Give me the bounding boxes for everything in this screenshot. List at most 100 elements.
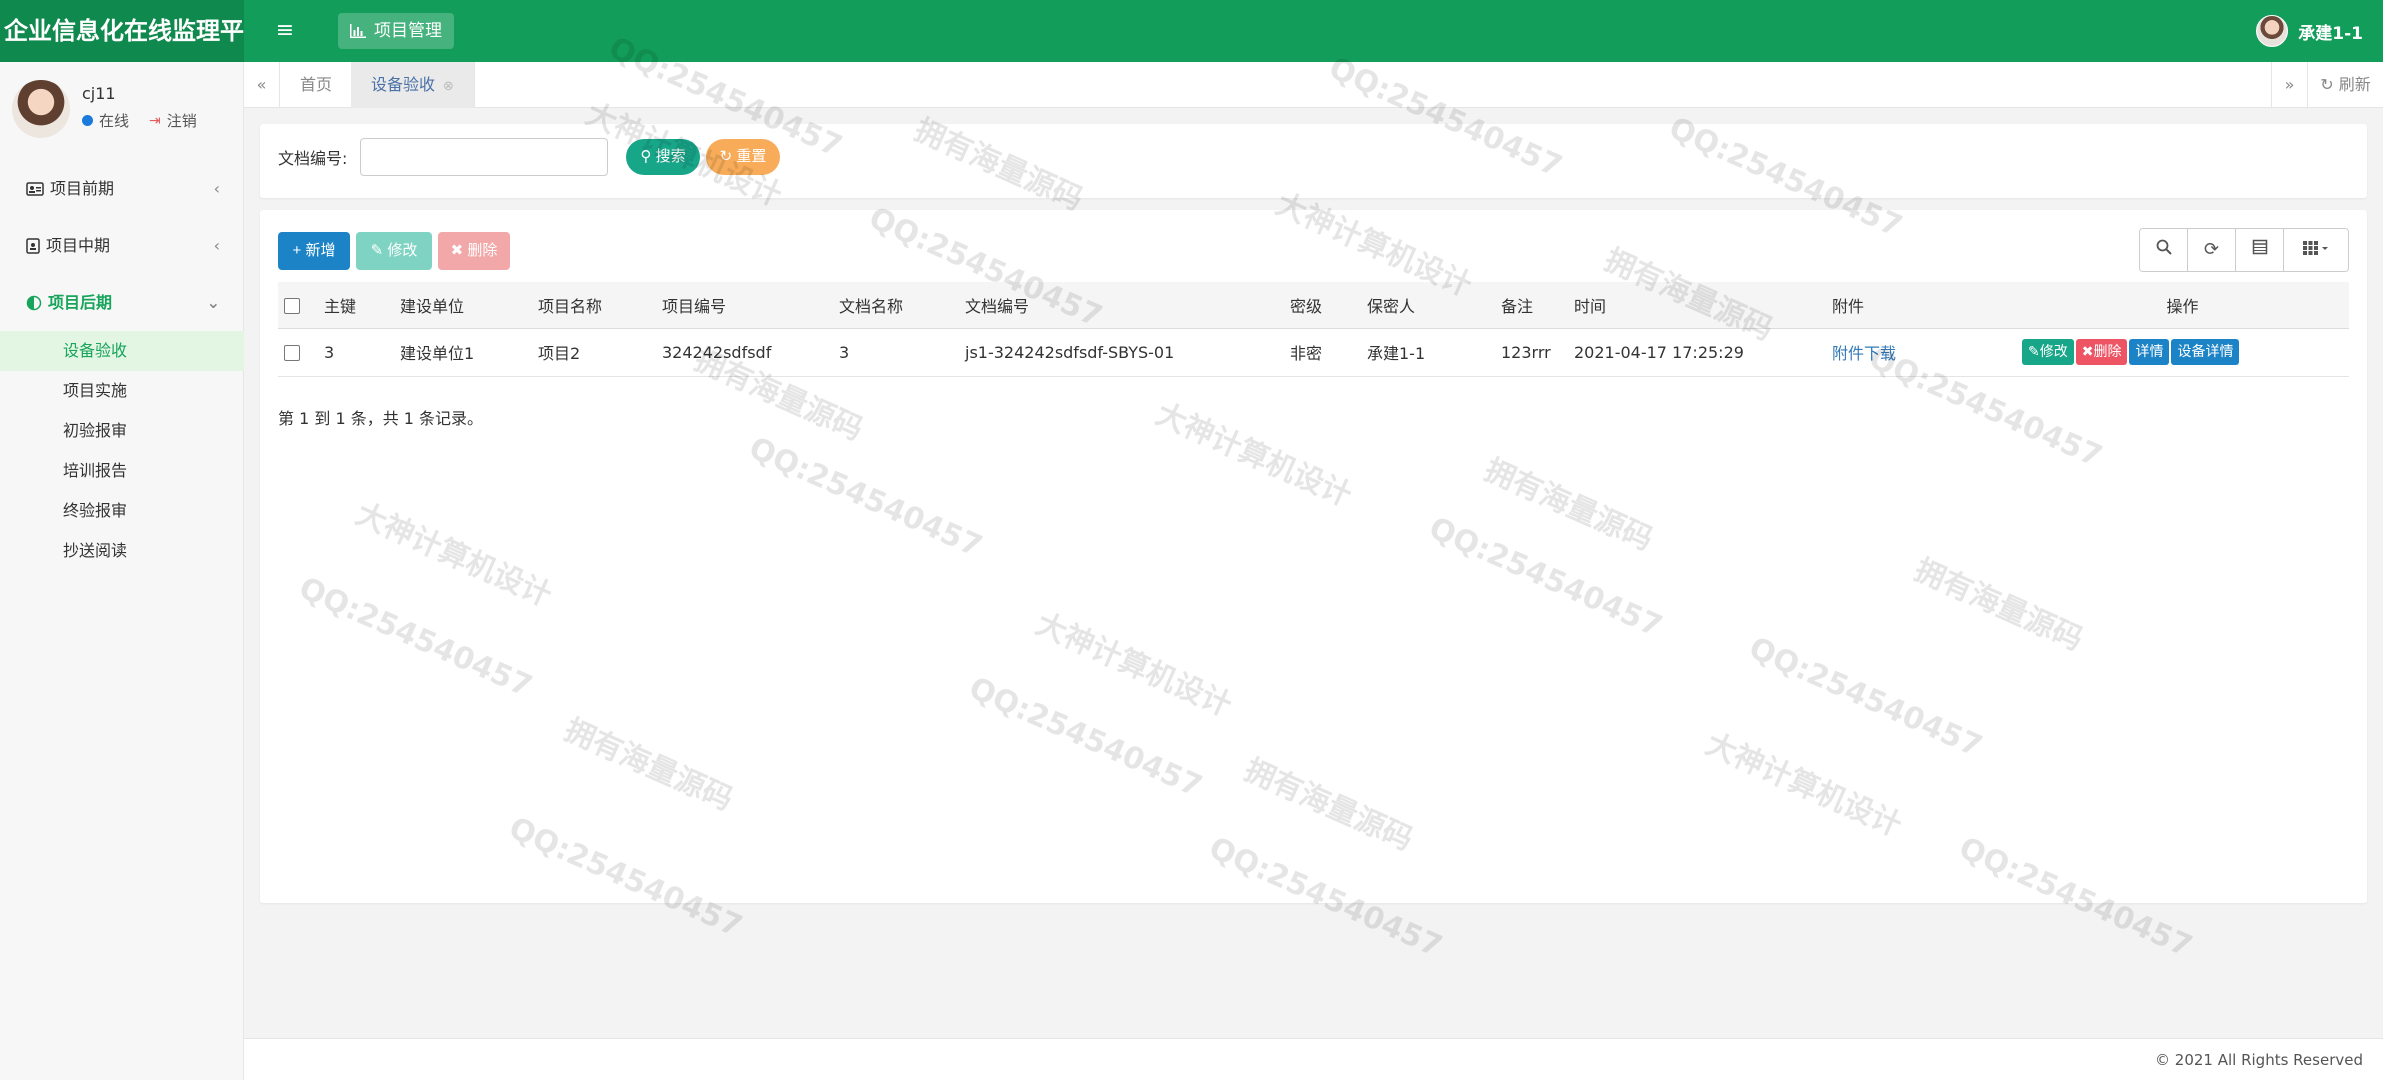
search-panel: 文档编号: ⚲ 搜索 ↻ 重置 [260,124,2367,198]
sidebar-item-project-mid[interactable]: 项目中期 ‹ [0,217,244,274]
user-name: 承建1-1 [2298,23,2363,44]
column-header[interactable]: 项目编号 [656,282,833,329]
sidebar-item-project-early[interactable]: 项目前期 ‹ [0,160,244,217]
pagination-info: 第 1 到 1 条，共 1 条记录。 [278,409,484,428]
sidebar-item-project-late[interactable]: 项目后期 ⌄ [0,274,244,331]
tab-label: 设备验收 [371,75,436,94]
cell-unit: 建设单位1 [394,328,532,377]
user-menu[interactable]: 承建1-1 [2256,14,2363,48]
column-header[interactable]: 时间 [1568,282,1826,329]
sidebar-item-label: 项目中期 [46,236,111,255]
sidebar: cj11 在线 ⇥ 注销 项目前期 ‹ 项目中期 ‹ 项目后期 ⌄ 设备验收 项… [0,62,244,1080]
table-panel: + 新增 ✎ 修改 ✖ 删除 ⟳ 主键 建设单位 项目名称 项目编号 文档名称 … [260,210,2367,903]
search-icon: ⚲ [640,148,652,165]
close-icon: ✖ [450,242,464,259]
sidebar-menu: 项目前期 ‹ 项目中期 ‹ 项目后期 ⌄ 设备验收 项目实施 初验报审 培训报告… [0,160,244,571]
half-circle-icon [26,295,42,310]
row-device-detail-button[interactable]: 设备详情 [2171,339,2240,365]
edit-button[interactable]: ✎ 修改 [356,232,432,270]
row-detail-button[interactable]: 详情 [2129,339,2170,365]
refresh-label: 刷新 [2338,75,2371,94]
table-header-row: 主键 建设单位 项目名称 项目编号 文档名称 文档编号 密级 保密人 备注 时间… [278,282,2349,329]
chevron-left-icon: ‹ [213,179,220,198]
table-columns-icon[interactable] [2284,229,2348,271]
sidebar-item-final-review[interactable]: 终验报审 [0,491,244,531]
sidebar-item-training-report[interactable]: 培训报告 [0,451,244,491]
menu-toggle-icon[interactable]: ≡ [272,18,298,44]
edit-icon: ✎ [370,242,384,259]
row-edit-label: 修改 [2039,344,2068,360]
logout-link[interactable]: 注销 [167,110,197,131]
add-button[interactable]: + 新增 [278,232,350,270]
sidebar-submenu: 设备验收 项目实施 初验报审 培训报告 终验报审 抄送阅读 [0,331,244,571]
delete-button[interactable]: ✖ 删除 [438,232,510,270]
delete-button-label: 删除 [467,242,498,259]
row-select-cell [278,328,318,377]
refresh-tab-button[interactable]: ↻ 刷新 [2307,62,2383,108]
column-header: 操作 [2016,282,2349,329]
sidebar-item-initial-review[interactable]: 初验报审 [0,411,244,451]
nav-project-management[interactable]: 项目管理 [338,13,454,49]
attachment-download-link[interactable]: 附件下载 [1832,344,1896,363]
table-toggle-view-icon[interactable] [2236,229,2284,271]
profile-status: 在线 ⇥ 注销 [82,110,197,131]
row-checkbox[interactable] [284,345,300,361]
user-profile: cj11 在线 ⇥ 注销 [12,80,232,140]
status-online: 在线 [99,112,130,130]
table-search-icon[interactable] [2140,229,2188,271]
top-header: 企业信息化在线监理平台 ≡ 项目管理 承建1-1 [0,0,2383,62]
select-all-checkbox[interactable] [284,297,300,314]
logout-icon[interactable]: ⇥ [149,113,161,129]
bar-chart-icon [350,24,366,38]
cell-doc-no: js1-324242sdfsdf-SBYS-01 [959,328,1284,377]
doc-number-input[interactable] [360,138,608,176]
sidebar-item-label: 项目后期 [48,293,113,312]
cell-doc-name: 3 [833,328,959,377]
tab-scroll-left-icon[interactable]: « [244,62,280,108]
profile-name: cj11 [82,84,116,103]
close-icon[interactable]: ⊗ [443,79,454,94]
sidebar-item-label: 项目前期 [50,179,115,198]
id-card-icon [26,181,44,196]
search-button[interactable]: ⚲ 搜索 [626,139,700,175]
column-header[interactable]: 备注 [1495,282,1568,329]
refresh-icon: ↻ [2320,75,2334,94]
reset-button[interactable]: ↻ 重置 [706,139,780,175]
cell-keeper: 承建1-1 [1361,328,1495,377]
edit-icon: ✎ [2028,344,2040,360]
row-delete-button[interactable]: ✖删除 [2075,339,2128,365]
avatar [2256,15,2289,47]
data-table: 主键 建设单位 项目名称 项目编号 文档名称 文档编号 密级 保密人 备注 时间… [278,282,2349,377]
column-header[interactable]: 保密人 [1361,282,1495,329]
sidebar-item-device-acceptance[interactable]: 设备验收 [0,331,244,371]
sidebar-item-project-implementation[interactable]: 项目实施 [0,371,244,411]
sidebar-item-cc-reading[interactable]: 抄送阅读 [0,531,244,571]
column-header[interactable]: 密级 [1284,282,1361,329]
cell-time: 2021-04-17 17:25:29 [1568,328,1826,377]
column-header[interactable]: 项目名称 [532,282,656,329]
brand-title: 企业信息化在线监理平台 [0,0,244,62]
badge-icon [26,237,40,254]
cell-attachment: 附件下载 [1826,328,2016,377]
cell-remark: 123rrr [1495,328,1568,377]
close-icon: ✖ [2081,344,2094,360]
search-button-label: 搜索 [655,148,686,165]
plus-icon: + [292,242,302,259]
tab-device-acceptance[interactable]: 设备验收 ⊗ [351,62,475,108]
chevron-down-icon: ⌄ [206,293,220,312]
column-header[interactable]: 文档编号 [959,282,1284,329]
column-header[interactable]: 建设单位 [394,282,532,329]
table-tools: ⟳ [2139,228,2349,272]
cell-secret-level: 非密 [1284,328,1361,377]
table-row[interactable]: 3 建设单位1 项目2 324242sdfsdf 3 js1-324242sdf… [278,328,2349,377]
column-header[interactable]: 文档名称 [833,282,959,329]
tab-scroll-right-icon[interactable]: » [2271,62,2307,108]
tab-home[interactable]: 首页 [280,62,354,108]
footer: © 2021 All Rights Reserved [244,1038,2383,1080]
column-header[interactable]: 附件 [1826,282,2016,329]
reset-button-label: 重置 [736,148,767,165]
table-refresh-icon[interactable]: ⟳ [2188,229,2236,271]
column-header[interactable]: 主键 [318,282,394,329]
cell-id: 3 [318,328,394,377]
row-edit-button[interactable]: ✎修改 [2022,339,2074,365]
